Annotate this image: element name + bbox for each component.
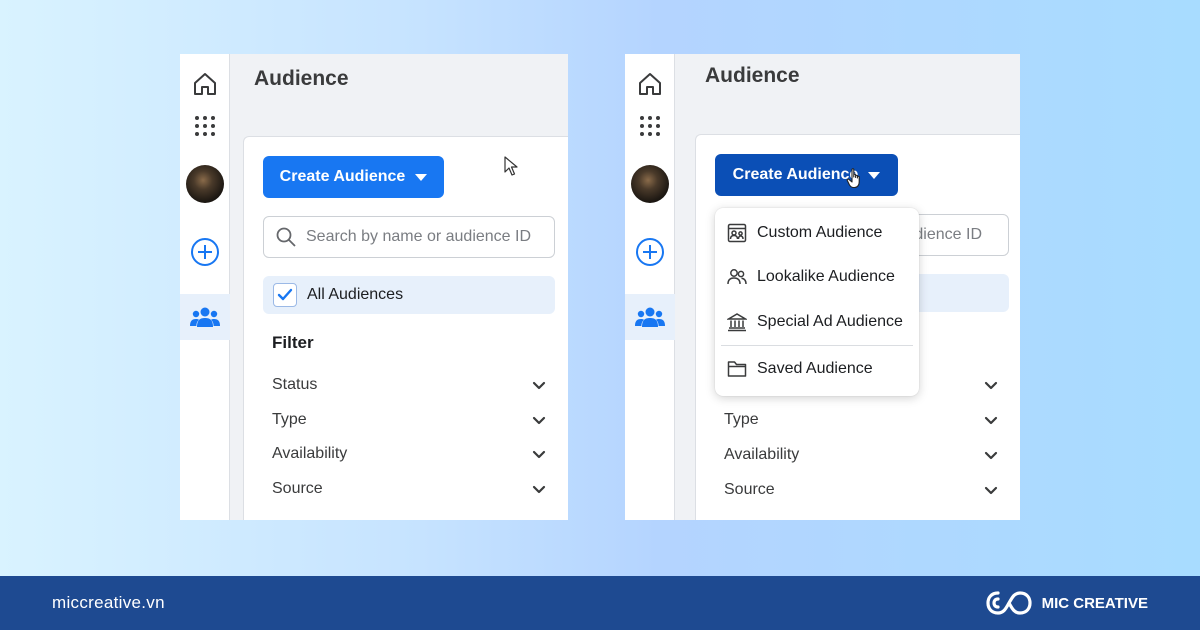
menu-item-label: Custom Audience (757, 224, 883, 241)
filter-source[interactable]: Source (724, 478, 998, 502)
filter-type[interactable]: Type (272, 408, 546, 432)
filter-source[interactable]: Source (272, 477, 546, 501)
nav-audiences[interactable] (180, 294, 230, 340)
checkmark-icon (277, 288, 293, 301)
all-audiences-label: All Audiences (307, 286, 404, 303)
create-audience-dropdown: Custom Audience Lookalike Audience Speci… (715, 208, 919, 396)
chevron-down-icon (984, 451, 998, 459)
nav-home[interactable] (625, 62, 675, 106)
search-input[interactable] (306, 228, 546, 246)
nav-audiences[interactable] (625, 294, 675, 340)
custom-audience-icon (727, 223, 747, 243)
avatar (186, 165, 224, 203)
audience-panel-after: Audience Create Audience dience ID Type … (625, 54, 1020, 520)
page-title: Audience (254, 67, 349, 90)
menu-item-lookalike-audience[interactable]: Lookalike Audience (727, 262, 911, 292)
chevron-down-icon (984, 381, 998, 389)
home-icon (194, 73, 216, 95)
menu-divider (721, 345, 913, 346)
menu-item-label: Saved Audience (757, 360, 873, 377)
filter-label: Availability (724, 446, 800, 463)
all-audiences-option[interactable]: All Audiences (263, 276, 555, 314)
chevron-down-icon (532, 381, 546, 389)
left-nav-rail (625, 54, 675, 520)
chevron-down-icon (532, 416, 546, 424)
chevron-down-icon (984, 486, 998, 494)
filter-label: Type (272, 411, 307, 428)
nav-all-tools[interactable] (180, 104, 230, 148)
footer-brand: MIC CREATIVE (985, 589, 1148, 617)
menu-item-label: Lookalike Audience (757, 268, 895, 285)
search-icon (276, 227, 296, 247)
menu-item-label: Special Ad Audience (757, 313, 903, 330)
nav-create[interactable] (180, 230, 230, 274)
add-circle-icon (191, 238, 219, 266)
filter-label: Source (724, 481, 775, 498)
filter-label: Availability (272, 445, 348, 462)
apps-grid-icon (195, 116, 215, 136)
caret-down-icon (415, 173, 428, 181)
create-audience-button[interactable]: Create Audience (715, 154, 898, 196)
create-audience-label: Create Audience (279, 168, 406, 185)
all-audiences-checkbox[interactable] (273, 283, 297, 307)
apps-grid-icon (640, 116, 660, 136)
hand-pointer-cursor-icon (846, 168, 860, 189)
filter-heading: Filter (272, 333, 314, 352)
add-circle-icon (636, 238, 664, 266)
footer-brand-name: MIC CREATIVE (1041, 594, 1148, 612)
lookalike-audience-icon (727, 269, 747, 285)
chevron-down-icon (532, 485, 546, 493)
create-audience-label: Create Audience (732, 166, 859, 183)
filter-label: Status (272, 376, 318, 393)
menu-item-custom-audience[interactable]: Custom Audience (727, 218, 911, 248)
filter-status[interactable]: Status (272, 373, 546, 397)
nav-account[interactable] (625, 162, 675, 206)
audience-people-icon (635, 307, 665, 327)
mic-creative-logo-icon (985, 591, 1032, 615)
create-audience-button[interactable]: Create Audience (263, 156, 444, 198)
filter-label: Source (272, 480, 323, 497)
nav-all-tools[interactable] (625, 104, 675, 148)
filter-availability[interactable]: Availability (272, 442, 546, 466)
filter-availability[interactable]: Availability (724, 443, 998, 467)
left-nav-rail (180, 54, 230, 520)
search-placeholder-fragment: dience ID (914, 226, 982, 243)
audience-people-icon (190, 307, 220, 327)
footer-site-url[interactable]: miccreative.vn (52, 593, 165, 613)
menu-item-special-ad-audience[interactable]: Special Ad Audience (727, 307, 911, 337)
menu-item-saved-audience[interactable]: Saved Audience (727, 354, 911, 384)
saved-audience-folder-icon (727, 361, 747, 377)
chevron-down-icon (984, 416, 998, 424)
footer-bar: miccreative.vn MIC CREATIVE (0, 576, 1200, 630)
filter-type[interactable]: Type (724, 408, 998, 432)
nav-home[interactable] (180, 62, 230, 106)
page-title: Audience (705, 64, 800, 87)
nav-create[interactable] (625, 230, 675, 274)
audience-panel-before: Audience Create Audience All Audiences F… (180, 54, 568, 520)
chevron-down-icon (532, 450, 546, 458)
caret-down-icon (868, 171, 881, 179)
audience-search[interactable] (263, 216, 555, 258)
nav-account[interactable] (180, 162, 230, 206)
home-icon (639, 73, 661, 95)
filter-label: Type (724, 411, 759, 428)
arrow-cursor-icon (504, 156, 518, 176)
special-ad-audience-icon (727, 313, 747, 332)
avatar (631, 165, 669, 203)
audience-card: Create Audience All Audiences Filter Sta… (243, 136, 568, 520)
